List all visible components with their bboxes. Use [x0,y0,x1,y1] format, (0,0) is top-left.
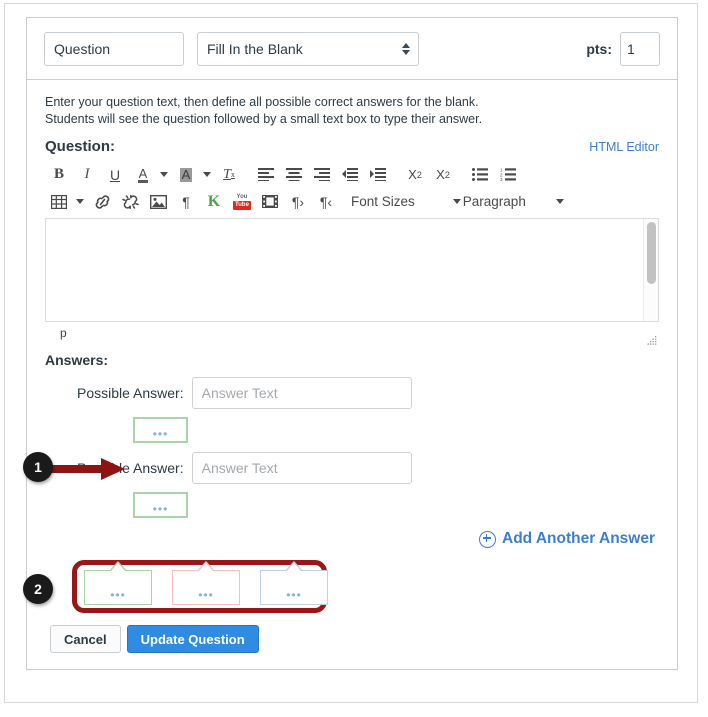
paragraph-mark-icon[interactable]: ¶ [174,190,198,214]
add-another-answer-label: Add Another Answer [502,530,655,547]
ghost-dots-1: ••• [152,427,169,441]
bold-icon[interactable]: B [47,163,71,187]
rtl-direction-icon[interactable]: ¶‹ [314,190,338,214]
question-body: Enter your question text, then define al… [27,80,677,669]
html-editor-link[interactable]: HTML Editor [589,140,659,154]
tooltip-green-dots: ••• [110,588,126,602]
tooltip-row: ••• ••• ••• [84,561,328,605]
points-area: pts: [586,31,660,66]
instructions-line-1: Enter your question text, then define al… [45,95,479,109]
answer-row-2: Possible Answer: [45,452,659,484]
youtube-top-text: You [236,193,248,200]
possible-answer-input-2[interactable] [191,452,412,484]
question-type-select[interactable]: Fill In the Blank [197,31,419,66]
tooltip-green[interactable]: ••• [84,561,152,605]
editor-element-path: p [60,326,67,340]
paragraph-chevron-down-icon [555,199,564,204]
add-another-answer-row: Add Another Answer [45,530,659,548]
page-frame: Fill In the Blank pts: Enter your questi… [4,3,698,703]
callout-badge-2-number: 2 [34,581,42,597]
question-type-select-wrap: Fill In the Blank [197,31,419,66]
callout-badge-1-number: 1 [34,459,42,475]
add-another-answer-button[interactable]: Add Another Answer [479,530,655,548]
highlight-color-chevron-down-icon[interactable] [203,172,211,177]
editor-status-bar: p [45,322,659,346]
points-input[interactable] [620,31,660,66]
ghost-box-row-2: ••• [45,492,659,518]
align-left-icon[interactable] [254,163,278,187]
unlink-icon[interactable] [118,190,142,214]
question-label-row: Question: HTML Editor [45,138,659,155]
callout-badge-1: 1 [23,452,53,482]
font-sizes-chevron-down-icon [452,199,461,204]
tooltip-pink-dots: ••• [198,588,214,602]
ltr-direction-icon[interactable]: ¶› [286,190,310,214]
answer-row-1: Possible Answer: [45,377,659,409]
font-sizes-dropdown[interactable]: Font Sizes [351,190,461,214]
cancel-button[interactable]: Cancel [50,625,121,653]
bullet-list-icon[interactable] [468,163,492,187]
question-header-row: Fill In the Blank pts: [27,18,677,80]
update-question-button[interactable]: Update Question [126,625,259,653]
points-label: pts: [586,40,612,57]
toolbar-row-2: ¶ K You Tube ¶› ¶‹ Font Sizes Paragraph [45,188,659,215]
table-icon[interactable] [47,190,71,214]
editor-scrollbar-thumb[interactable] [647,222,656,284]
highlight-color-icon[interactable]: A [174,163,198,187]
link-icon[interactable] [90,190,114,214]
plus-circle-icon [479,530,496,548]
align-center-icon[interactable] [282,163,306,187]
ghost-box-row-1: ••• [45,417,659,443]
tooltip-blue[interactable]: ••• [260,561,328,605]
numbered-list-icon[interactable]: 1 2 3 [496,163,520,187]
indent-icon[interactable] [366,163,390,187]
toolbar-row-1: B I U A A Tx X 2 X 2 1 2 3 [45,161,659,188]
editor-resize-grip-icon[interactable] [647,336,657,346]
italic-icon[interactable]: I [75,163,99,187]
callout-badge-2: 2 [23,574,53,604]
editor-content-area[interactable] [45,218,659,322]
media-film-icon[interactable] [258,190,282,214]
rich-content-editor: B I U A A Tx X 2 X 2 1 2 3 ¶ K You Tube … [45,161,659,346]
instructions-line-2: Students will see the question followed … [45,112,483,126]
align-right-icon[interactable] [310,163,334,187]
superscript-icon[interactable]: X2 [403,163,427,187]
question-name-input[interactable] [44,31,184,66]
kaltura-icon[interactable]: K [202,190,226,214]
question-label: Question: [45,138,115,155]
font-sizes-label: Font Sizes [351,194,415,209]
answer-comment-box-1[interactable]: ••• [133,417,188,443]
underline-icon[interactable]: U [103,163,127,187]
clear-formatting-icon[interactable]: Tx [217,163,241,187]
callout-1-arrow [49,458,125,480]
paragraph-label: Paragraph [462,194,526,209]
question-edit-card: Fill In the Blank pts: Enter your questi… [26,17,678,670]
answers-section-label: Answers: [45,352,109,368]
outdent-icon[interactable] [338,163,362,187]
subscript-icon[interactable]: X2 [431,163,455,187]
footer-button-row: Cancel Update Question [45,625,659,653]
tooltip-group-wrap: ••• ••• ••• [45,560,659,618]
editor-scrollbar[interactable] [643,219,658,321]
table-chevron-down-icon[interactable] [76,199,84,204]
image-icon[interactable] [146,190,170,214]
tooltip-blue-dots: ••• [286,588,302,602]
answer-comment-box-2[interactable]: ••• [133,492,188,518]
possible-answer-label: Possible Answer: [77,385,184,401]
ghost-dots-2: ••• [152,502,169,516]
svg-text:3: 3 [500,177,503,181]
text-color-chevron-down-icon[interactable] [160,172,168,177]
tooltip-pink[interactable]: ••• [172,561,240,605]
text-color-icon[interactable]: A [131,163,155,187]
instructions-block: Enter your question text, then define al… [45,94,659,128]
paragraph-dropdown[interactable]: Paragraph [463,190,564,214]
youtube-icon[interactable]: You Tube [230,190,254,214]
youtube-bottom-text: Tube [233,200,251,210]
possible-answer-input-1[interactable] [191,377,412,409]
